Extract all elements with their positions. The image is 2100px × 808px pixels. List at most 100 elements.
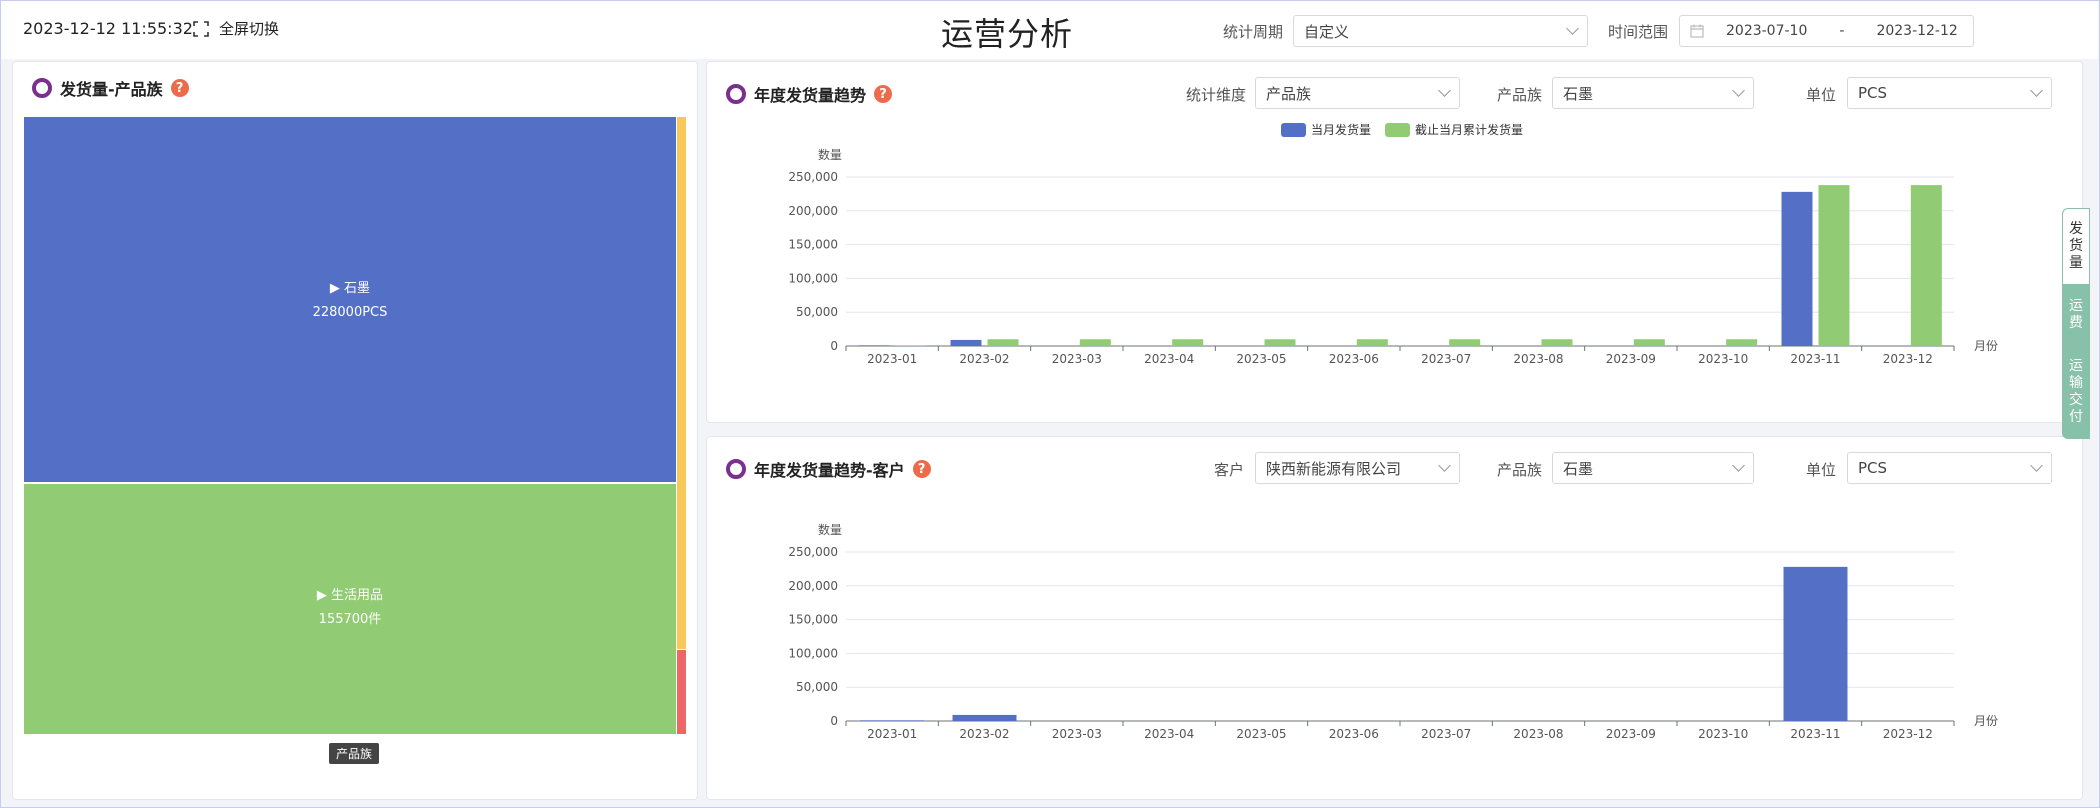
family-label: 产品族 <box>1497 86 1543 104</box>
bar <box>858 345 890 346</box>
chevron-down-icon <box>1438 84 1451 97</box>
treemap-block-label: ▶ 石墨 <box>329 281 371 296</box>
bar <box>1726 339 1758 346</box>
x-axis-name: 月份 <box>1974 714 1998 728</box>
trend-title-text: 年度发货量趋势 <box>754 86 867 105</box>
y-tick-label: 250,000 <box>788 170 838 184</box>
x-tick-label: 2023-03 <box>1052 727 1102 741</box>
x-axis-name: 月份 <box>1974 339 1998 353</box>
chevron-down-icon <box>1438 459 1451 472</box>
x-tick-label: 2023-01 <box>867 352 917 366</box>
range-end[interactable]: 2023-12-12 <box>1876 23 1957 39</box>
x-tick-label: 2023-08 <box>1513 352 1563 366</box>
bar <box>1079 339 1111 346</box>
top-bar: 2023-12-12 11:55:32 全屏切换 运营分析 统计周期 自定义 时… <box>1 1 2098 59</box>
family-label: 产品族 <box>1497 461 1543 479</box>
treemap-block-label: ▶ 生活用品 <box>316 588 384 603</box>
fullscreen-toggle-button[interactable]: 全屏切换 <box>193 18 279 39</box>
y-tick-label: 250,000 <box>788 545 838 559</box>
unit-value: PCS <box>1858 84 1888 102</box>
period-value: 自定义 <box>1304 22 1350 41</box>
dimension-value: 产品族 <box>1266 84 1312 103</box>
x-tick-label: 2023-09 <box>1606 352 1656 366</box>
customer-select[interactable]: 陕西新能源有限公司 <box>1255 452 1460 484</box>
x-tick-label: 2023-10 <box>1698 727 1748 741</box>
x-tick-label: 2023-04 <box>1144 727 1194 741</box>
ring-icon <box>32 78 52 98</box>
unit-label: 单位 <box>1806 86 1837 104</box>
side-tab-shipments[interactable]: 发货量 <box>2062 208 2090 285</box>
x-tick-label: 2023-04 <box>1144 352 1194 366</box>
y-tick-label: 50,000 <box>796 680 838 694</box>
x-tick-label: 2023-06 <box>1329 352 1379 366</box>
help-icon[interactable]: ? <box>874 85 893 103</box>
trend-bar-chart: 当月发货量 截止当月累计发货量数量 0 50,000 100,000 150,000 200… <box>788 122 1998 366</box>
current-datetime: 2023-12-12 11:55:32 <box>23 19 193 38</box>
treemap-title-text: 发货量-产品族 <box>60 80 163 99</box>
treemap-block-graphite[interactable]: ▶ 石墨 228000PCS <box>24 117 676 482</box>
help-icon[interactable]: ? <box>912 460 931 478</box>
legend-swatch <box>1385 123 1410 137</box>
help-icon[interactable]: ? <box>170 79 189 97</box>
unit-select[interactable]: PCS <box>1847 452 2052 484</box>
family-value: 石墨 <box>1563 459 1594 478</box>
family-value: 石墨 <box>1563 84 1594 103</box>
treemap-block-value: 155700件 <box>318 612 382 627</box>
date-range-picker[interactable]: 2023-07-10 - 2023-12-12 <box>1679 15 1974 47</box>
treemap-block-value: 228000PCS <box>312 305 388 320</box>
x-tick-label: 2023-05 <box>1236 352 1286 366</box>
range-label: 时间范围 <box>1608 23 1669 41</box>
y-tick-label: 150,000 <box>788 613 838 627</box>
customer-value: 陕西新能源有限公司 <box>1266 459 1402 478</box>
fullscreen-label: 全屏切换 <box>219 20 280 38</box>
x-tick-label: 2023-09 <box>1606 727 1656 741</box>
family-select[interactable]: 石墨 <box>1552 77 1754 109</box>
x-tick-label: 2023-01 <box>867 727 917 741</box>
bar <box>1781 191 1813 346</box>
y-axis-name: 数量 <box>818 147 842 162</box>
bar <box>1541 339 1573 346</box>
chevron-down-icon <box>1566 22 1579 35</box>
side-tab-delivery[interactable]: 运输交付 <box>2062 345 2090 439</box>
customer-bar-chart: 数量 0 50,000 100,000 150,000 200,000 250,000 月份 2… <box>788 522 1998 741</box>
treemap-block-small-yellow[interactable] <box>677 117 686 649</box>
period-select[interactable]: 自定义 <box>1293 15 1588 47</box>
bar <box>1356 339 1388 346</box>
unit-label: 单位 <box>1806 461 1837 479</box>
y-tick-label: 150,000 <box>788 238 838 252</box>
bar <box>1633 339 1665 346</box>
bar <box>950 339 982 346</box>
bar <box>1783 566 1848 721</box>
page-title: 运营分析 <box>941 15 1074 53</box>
x-tick-label: 2023-05 <box>1236 727 1286 741</box>
bar <box>987 339 1019 346</box>
x-tick-label: 2023-08 <box>1513 727 1563 741</box>
side-tab-freight[interactable]: 运费 <box>2062 285 2090 345</box>
legend-label: 截止当月累计发货量 <box>1415 122 1523 137</box>
x-tick-label: 2023-02 <box>959 727 1009 741</box>
treemap-block-daily-goods[interactable]: ▶ 生活用品 155700件 <box>24 484 676 734</box>
bar <box>860 720 925 721</box>
unit-select[interactable]: PCS <box>1847 77 2052 109</box>
customer-panel-title: 年度发货量趋势-客户 ? <box>726 457 931 481</box>
bar <box>1264 339 1296 346</box>
unit-value: PCS <box>1858 459 1888 477</box>
range-start[interactable]: 2023-07-10 <box>1726 23 1807 39</box>
bar <box>1818 185 1850 346</box>
family-select[interactable]: 石墨 <box>1552 452 1754 484</box>
range-separator: - <box>1839 23 1845 39</box>
y-tick-label: 100,000 <box>788 271 838 285</box>
customer-title-text: 年度发货量趋势-客户 <box>754 461 905 480</box>
dimension-select[interactable]: 产品族 <box>1255 77 1460 109</box>
treemap-breadcrumb-tag[interactable]: 产品族 <box>329 743 380 764</box>
bar <box>952 714 1017 721</box>
treemap-block-small-red[interactable] <box>677 650 686 734</box>
x-tick-label: 2023-12 <box>1883 727 1933 741</box>
y-tick-label: 200,000 <box>788 204 838 218</box>
x-tick-label: 2023-03 <box>1052 352 1102 366</box>
y-tick-label: 50,000 <box>796 305 838 319</box>
dimension-label: 统计维度 <box>1186 86 1247 104</box>
chevron-down-icon <box>1732 459 1745 472</box>
calendar-icon <box>1690 24 1704 38</box>
period-label: 统计周期 <box>1223 23 1284 41</box>
